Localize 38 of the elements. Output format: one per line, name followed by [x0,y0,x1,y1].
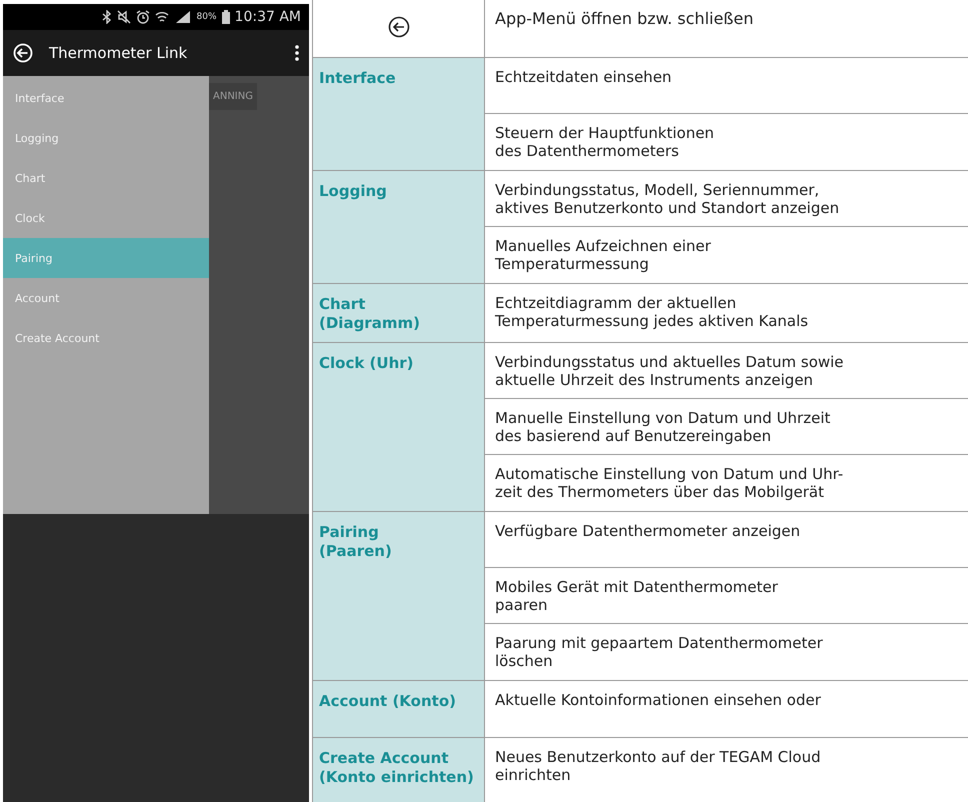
menu-name: Create Account (Konto einrichten) [319,749,474,786]
table-cell-text: Aktuelle Kontoinformationen einsehen oder [494,690,822,711]
drawer-item[interactable]: Clock [3,198,209,238]
table-cell-text: Automatische Einstellung von Datum und Uhr- zeit des Thermometers über das Mobilgerät [494,464,844,503]
menu-name: Pairing (Paaren) [319,523,392,560]
bluetooth-icon [102,10,112,24]
drawer-item[interactable]: Chart [3,158,209,198]
alarm-icon [136,10,150,24]
table-cell: Verbindungsstatus und aktuelles Datum sowie aktuelle Uhrzeit des Instruments anzeigen [485,343,968,399]
drawer-item[interactable]: Create Account [3,318,209,358]
table-cell: Verbindungsstatus, Modell, Seriennummer, aktives Benutzerkonto und Standort anzeigen [485,171,968,227]
wifi-icon [154,10,169,24]
more-menu-icon[interactable] [295,45,299,61]
table-cell: Manuelle Einstellung von Datum und Uhrzeit des basierend auf Benutzereingaben [485,399,968,455]
clock-time: 10:37 AM [234,9,301,25]
table-cell-text: Echtzeitdiagramm der aktuellen Temperaturmessung jedes aktiven Kanals [494,293,810,332]
table-cell: Echtzeitdaten einsehen [485,58,968,114]
table-cell-text: Neues Benutzerkonto auf der TEGAM Cloud einrichten [494,747,822,786]
table-cell: Mobiles Gerät mit Datenthermometer paaren [485,568,968,624]
menu-name: Interface [319,69,396,87]
table-cell-text: Paarung mit gepaartem Datenthermometer löschen [494,633,824,672]
menu-name: Account (Konto) [319,692,456,710]
drawer-item[interactable]: Pairing [3,238,209,278]
signal-icon [174,10,192,24]
menu-name: Chart (Diagramm) [319,295,420,332]
battery-icon [222,10,230,24]
menu-name: Logging [319,182,387,200]
table-cell-text: Manuelles Aufzeichnen einer Temperaturmessung [494,236,712,275]
app-title: Thermometer Link [49,44,188,62]
battery-percent: 80% [196,12,217,22]
table-cell: Verfügbare Datenthermometer anzeigen [485,512,968,568]
drawer-item[interactable]: Interface [3,78,209,118]
mute-icon [116,10,131,24]
drawer-item[interactable]: Account [3,278,209,318]
menu-name: Clock (Uhr) [319,354,414,372]
drawer-item[interactable]: Logging [3,118,209,158]
table-cell-text: App-Menü öffnen bzw. schließen [494,8,754,30]
table-cell-text: Steuern der Hauptfunktionen des Datenthermometers [494,123,716,162]
